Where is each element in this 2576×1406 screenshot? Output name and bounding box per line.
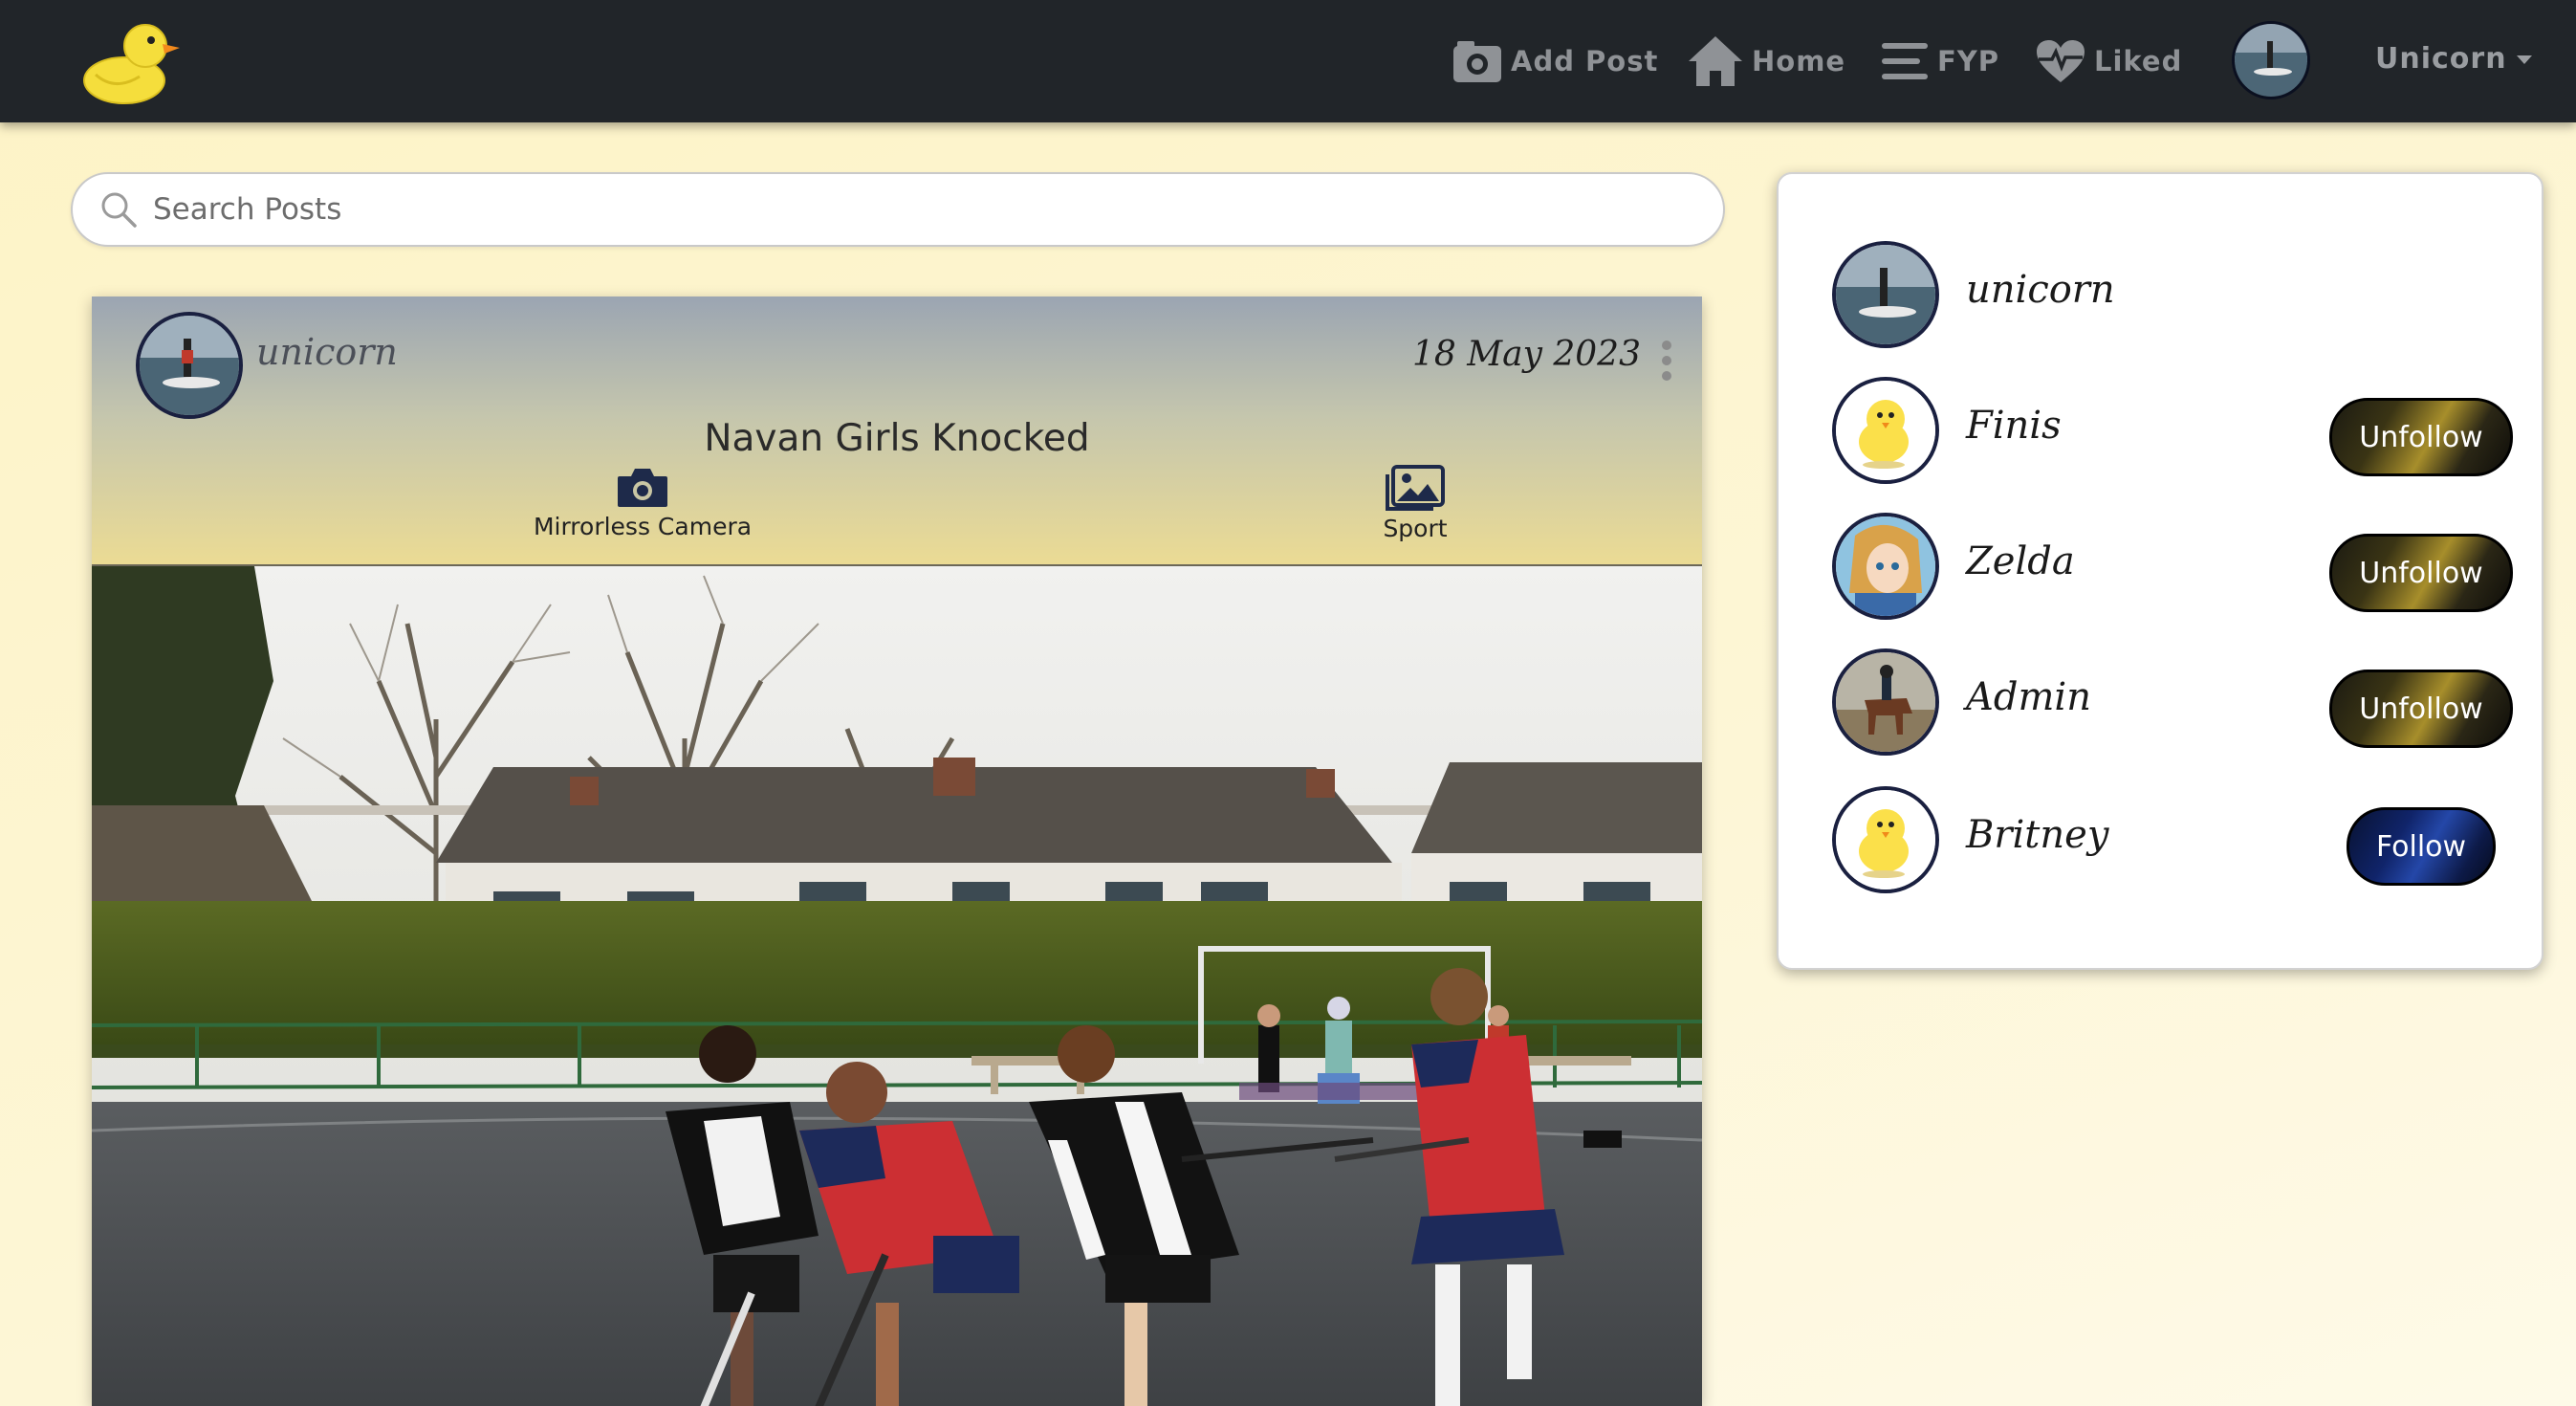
- chevron-down-icon: [2516, 55, 2532, 64]
- horse-rider-icon: [1836, 652, 1935, 752]
- post-title: Navan Girls Knocked: [704, 417, 1090, 460]
- home-icon: [1689, 36, 1742, 86]
- follow-sidebar: unicorn Finis Unfollow Zelda Unfollow Ad…: [1777, 172, 2543, 970]
- unfollow-button[interactable]: Unfollow: [2329, 398, 2513, 476]
- post-image[interactable]: [92, 566, 1702, 1406]
- nav-liked-label: Liked: [2094, 45, 2183, 77]
- avatar[interactable]: [1832, 786, 1939, 893]
- post-card: unicorn 18 May 2023 Navan Girls Knocked …: [92, 297, 1702, 1406]
- navbar: Add Post Home FYP Liked Unicorn: [0, 0, 2576, 122]
- search-icon: [101, 192, 137, 228]
- nav-home[interactable]: Home: [1687, 33, 1845, 90]
- user-name[interactable]: Finis: [1966, 404, 2062, 448]
- avatar[interactable]: [1832, 648, 1939, 756]
- heart-pulse-icon: [2037, 40, 2085, 82]
- images-icon: [1386, 465, 1445, 511]
- avatar-photo-icon: [2235, 24, 2307, 97]
- menu-icon: [1882, 43, 1928, 79]
- user-row-zelda: Zelda Unfollow: [1832, 513, 2513, 620]
- follow-button[interactable]: Follow: [2347, 807, 2496, 886]
- nav-add-post[interactable]: Add Post: [1452, 33, 1658, 90]
- search-bar: [71, 172, 1725, 247]
- post-camera-info: Mirrorless Camera: [499, 465, 786, 540]
- nav-liked[interactable]: Liked: [2035, 33, 2182, 90]
- user-name[interactable]: Zelda: [1966, 539, 2075, 583]
- user-row-admin: Admin Unfollow: [1832, 648, 2513, 756]
- duck-logo-icon[interactable]: [76, 15, 184, 107]
- post-author-name[interactable]: unicorn: [256, 331, 398, 373]
- post-header: unicorn 18 May 2023 Navan Girls Knocked …: [92, 297, 1702, 566]
- avatar-photo-icon: [140, 316, 239, 415]
- camera-icon: [1453, 41, 1501, 82]
- nav-avatar[interactable]: [2232, 21, 2310, 99]
- post-category-info: Sport: [1272, 465, 1559, 542]
- user-name[interactable]: Admin: [1966, 675, 2091, 719]
- user-name[interactable]: unicorn: [1966, 268, 2115, 312]
- unfollow-button[interactable]: Unfollow: [2329, 534, 2513, 612]
- user-row-britney: Britney Follow: [1832, 786, 2501, 893]
- camera-icon: [618, 469, 667, 507]
- user-dropdown-label: Unicorn: [2375, 41, 2507, 76]
- user-dropdown[interactable]: Unicorn: [2375, 34, 2532, 82]
- avatar[interactable]: [1832, 241, 1939, 348]
- more-options-icon[interactable]: [1662, 341, 1673, 384]
- user-name[interactable]: Britney: [1966, 813, 2108, 857]
- nav-add-post-label: Add Post: [1511, 45, 1659, 77]
- post-camera-label: Mirrorless Camera: [533, 513, 753, 540]
- anime-character-icon: [1836, 516, 1935, 616]
- search-input[interactable]: [151, 191, 1723, 228]
- user-row-unicorn: unicorn: [1832, 241, 2501, 348]
- unfollow-button[interactable]: Unfollow: [2329, 670, 2513, 748]
- duckling-icon: [1836, 790, 1935, 890]
- nav-home-label: Home: [1752, 45, 1846, 77]
- post-category-label: Sport: [1383, 515, 1448, 542]
- avatar-photo-icon: [1836, 245, 1935, 344]
- nav-fyp[interactable]: FYP: [1880, 33, 1999, 90]
- user-row-finis: Finis Unfollow: [1832, 377, 2513, 484]
- avatar[interactable]: [1832, 377, 1939, 484]
- nav-fyp-label: FYP: [1937, 45, 2000, 77]
- post-date: 18 May 2023: [1412, 335, 1641, 374]
- duckling-icon: [1836, 381, 1935, 480]
- post-author-avatar[interactable]: [136, 312, 243, 419]
- avatar[interactable]: [1832, 513, 1939, 620]
